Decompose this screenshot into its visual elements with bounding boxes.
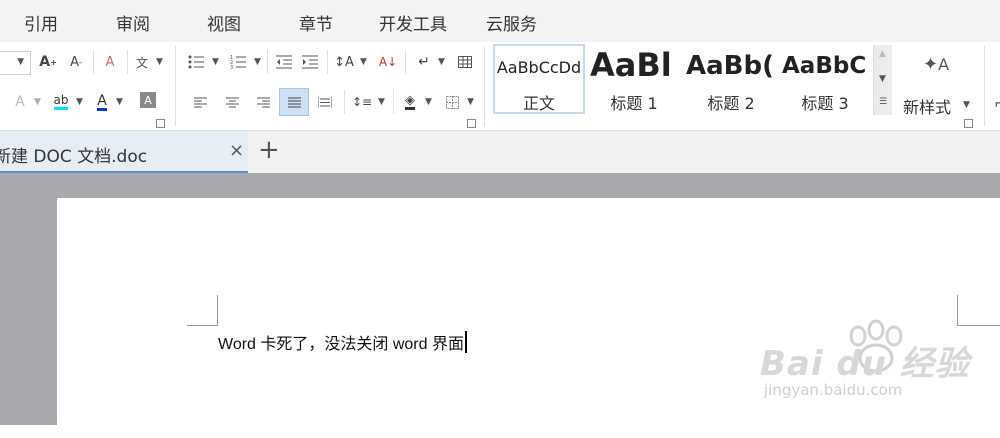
separator	[984, 46, 985, 126]
baidu-watermark: Bai du 经验 jingyan.baidu.com	[760, 318, 1000, 408]
highlight-icon[interactable]: ab	[50, 91, 72, 113]
decrease-indent-icon[interactable]	[274, 51, 294, 73]
chevron-down-icon[interactable]: ▼	[212, 57, 219, 67]
chevron-down-icon[interactable]: ▼	[425, 97, 432, 107]
phonetic-guide-icon[interactable]: 文	[132, 51, 152, 73]
style-sample: AaBb(	[686, 51, 774, 81]
new-style-button[interactable]: ✦A 新样式 ▼	[903, 50, 970, 122]
style-name: 标题 1	[610, 94, 658, 113]
menu-cloud[interactable]: 云服务	[486, 10, 537, 35]
justify-icon	[287, 97, 301, 107]
separator	[405, 50, 406, 74]
style-sample: AaBbC	[782, 53, 867, 79]
separator	[127, 50, 128, 74]
text-effect-icon[interactable]: A	[10, 91, 30, 113]
shading-icon[interactable]: ◈	[400, 91, 420, 113]
font-dialog-launcher-icon[interactable]	[156, 119, 165, 128]
decrease-indent-icon	[276, 55, 292, 69]
menu-view[interactable]: 视图	[207, 10, 241, 35]
style-heading-3[interactable]: AaBbC 标题 3	[782, 44, 868, 114]
menu-developer[interactable]: 开发工具	[379, 10, 447, 35]
numbering-icon[interactable]: 123	[228, 51, 248, 73]
text-direction-icon[interactable]: ↕A	[334, 51, 354, 73]
char-shading-icon[interactable]: A	[140, 92, 156, 108]
text-cursor	[464, 331, 467, 353]
separator	[484, 46, 485, 126]
chevron-down-icon: ▼	[17, 57, 24, 67]
font-size-box[interactable]: ▼	[0, 51, 31, 75]
menu-references[interactable]: 引用	[24, 10, 58, 35]
watermark-brand: Bai du 经验	[760, 344, 970, 384]
styles-gallery: AaBbCcDd 正文 AaBl 标题 1 AaBb( 标题 2 AaBbC 标…	[490, 44, 890, 116]
style-heading-1[interactable]: AaBl 标题 1	[590, 44, 678, 114]
numbering-icon: 123	[230, 55, 246, 69]
align-center-icon[interactable]	[222, 91, 242, 113]
table-icon[interactable]	[455, 51, 475, 73]
new-style-label: 新样式	[903, 98, 952, 117]
document-body-text-line[interactable]: Word 卡死了，没法关闭 word 界面	[218, 330, 467, 354]
align-left-icon	[193, 97, 207, 107]
bullets-icon[interactable]	[186, 51, 206, 73]
chevron-down-icon: ▼	[963, 100, 970, 110]
style-sample: AaBbCcDd	[496, 58, 582, 77]
borders-icon	[445, 95, 459, 109]
chevron-down-icon[interactable]: ▼	[34, 97, 41, 107]
style-name: 标题 2	[707, 94, 755, 113]
line-spacing-icon[interactable]: ↕≡	[352, 91, 372, 113]
show-marks-icon[interactable]: ↵	[414, 51, 434, 73]
chevron-down-icon[interactable]: ▼	[156, 57, 163, 67]
decrease-font-icon[interactable]: A-	[66, 51, 86, 73]
separator	[327, 50, 328, 74]
align-right-icon[interactable]	[253, 91, 273, 113]
table-icon	[458, 56, 472, 68]
document-tab-bar: 新建 DOC 文档.doc × +	[0, 131, 1000, 173]
document-tab-title: 新建 DOC 文档.doc	[0, 147, 148, 167]
bullets-icon	[188, 55, 204, 69]
borders-icon[interactable]	[442, 91, 462, 113]
chevron-down-icon[interactable]: ▼	[360, 57, 367, 67]
styles-dialog-launcher-icon[interactable]	[964, 119, 973, 128]
style-sample: AaBl	[590, 46, 672, 84]
separator	[175, 46, 176, 126]
paragraph-dialog-launcher-icon[interactable]	[467, 119, 476, 128]
document-text: Word 卡死了，没法关闭 word 界面	[218, 336, 464, 353]
separator	[267, 50, 268, 74]
svg-text:3: 3	[230, 65, 233, 69]
menu-section[interactable]: 章节	[299, 10, 333, 35]
align-left-icon[interactable]	[190, 91, 210, 113]
close-icon[interactable]: ×	[229, 140, 244, 161]
new-tab-button[interactable]: +	[258, 135, 280, 165]
menu-bar: 引用 审阅 视图 章节 开发工具 云服务	[0, 0, 1000, 42]
increase-indent-icon[interactable]	[300, 51, 320, 73]
separator	[344, 90, 345, 114]
distributed-icon	[318, 96, 332, 108]
justify-icon[interactable]	[279, 88, 309, 116]
style-heading-2[interactable]: AaBb( 标题 2	[686, 44, 776, 114]
separator	[393, 90, 394, 114]
align-right-icon	[256, 97, 270, 107]
style-name: 标题 3	[801, 94, 849, 113]
menu-review[interactable]: 审阅	[116, 10, 150, 35]
chevron-down-icon[interactable]: ▼	[254, 57, 261, 67]
clear-format-icon[interactable]: A	[100, 51, 120, 73]
chevron-down-icon[interactable]: ▼	[378, 97, 385, 107]
document-tab[interactable]: 新建 DOC 文档.doc ×	[0, 131, 248, 173]
distributed-icon[interactable]	[315, 91, 335, 113]
chevron-down-icon[interactable]: ▼	[116, 97, 123, 107]
chevron-down-icon[interactable]: ▼	[438, 57, 445, 67]
font-color-icon[interactable]: A	[92, 91, 112, 113]
separator	[93, 50, 94, 74]
margin-corner-mark	[187, 295, 218, 326]
style-normal[interactable]: AaBbCcDd 正文	[493, 44, 585, 114]
chevron-down-icon[interactable]: ▼	[76, 97, 83, 107]
align-center-icon	[225, 97, 239, 107]
new-style-icon: ✦A	[923, 54, 950, 75]
increase-indent-icon	[302, 55, 318, 69]
style-name: 正文	[522, 94, 555, 113]
increase-font-icon[interactable]: A +	[38, 51, 58, 73]
truncated-tool[interactable]: ⌐	[994, 94, 1000, 113]
chevron-down-icon[interactable]: ▼	[467, 97, 474, 107]
sort-icon[interactable]: A↓	[378, 51, 398, 73]
watermark-url: jingyan.baidu.com	[764, 381, 903, 399]
